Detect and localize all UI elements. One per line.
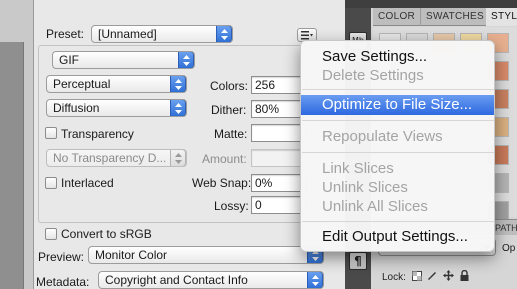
lossy-label: Lossy:: [214, 199, 249, 213]
lock-row: Lock:: [382, 269, 469, 283]
panel-top-bar: [345, 0, 517, 8]
reduction-stepper-icon: [170, 76, 186, 92]
file-format-select[interactable]: GIF: [52, 51, 195, 69]
file-format-value: GIF: [59, 53, 79, 67]
preset-stepper-icon: [216, 26, 232, 42]
document-edge: [0, 0, 34, 289]
menu-separator: [302, 89, 494, 90]
format-stepper-icon: [178, 52, 194, 68]
optimize-dropdown-menu: Save Settings... Delete Settings Optimiz…: [300, 40, 495, 252]
tab-styles[interactable]: STYL: [486, 8, 517, 26]
transparency-checkbox[interactable]: [45, 127, 57, 139]
matte-label: Matte:: [214, 127, 248, 141]
interlaced-label: Interlaced: [61, 176, 114, 190]
preview-select[interactable]: Monitor Color: [88, 246, 324, 264]
lossy-field[interactable]: 0: [251, 196, 307, 214]
color-panel-tabs: COLOR SWATCHES STYL: [373, 8, 517, 26]
menu-item-optimize-to-file-size[interactable]: Optimize to File Size...: [301, 95, 494, 115]
opacity-label: Op: [502, 243, 516, 254]
transparency-label: Transparency: [61, 127, 134, 141]
convert-srgb-label: Convert to sRGB: [61, 227, 152, 241]
lock-icon[interactable]: [460, 269, 469, 281]
color-reduction-value: Perceptual: [53, 77, 111, 91]
color-reduction-select[interactable]: Perceptual: [46, 75, 187, 93]
dither-algorithm-select[interactable]: Diffusion: [46, 99, 187, 117]
amount-field[interactable]: [251, 149, 307, 167]
colors-field[interactable]: 256: [251, 76, 307, 94]
dither-stepper-icon: [170, 100, 186, 116]
menu-item-save-settings[interactable]: Save Settings...: [301, 47, 494, 67]
preset-label: Preset:: [46, 27, 85, 41]
tab-color[interactable]: COLOR: [373, 8, 422, 26]
menu-item-delete-settings[interactable]: Delete Settings: [301, 66, 494, 86]
menu-item-unlink-slices[interactable]: Unlink Slices: [301, 178, 494, 198]
transparency-dither-stepper-icon: [170, 150, 186, 166]
amount-label: Amount:: [202, 152, 247, 166]
dither-label: Dither:: [211, 103, 247, 117]
tab-swatches[interactable]: SWATCHES: [421, 8, 490, 26]
lock-transparent-icon[interactable]: [411, 271, 422, 281]
brush-icon[interactable]: [427, 271, 437, 281]
move-icon[interactable]: [443, 270, 455, 281]
dither-algorithm-value: Diffusion: [53, 101, 100, 115]
colors-label: Colors:: [210, 79, 249, 93]
matte-field[interactable]: [251, 124, 307, 142]
menu-separator: [302, 152, 494, 153]
lock-label: Lock:: [382, 272, 406, 283]
preset-select[interactable]: [Unnamed]: [91, 25, 233, 43]
web-snap-label: Web Snap:: [192, 176, 252, 190]
menu-item-edit-output-settings[interactable]: Edit Output Settings...: [301, 227, 494, 247]
menu-lines-icon: [301, 30, 313, 39]
preset-value: [Unnamed]: [98, 27, 157, 41]
convert-srgb-checkbox[interactable]: [45, 228, 57, 240]
document-image-edge: [0, 42, 24, 289]
dither-field[interactable]: 80%: [251, 100, 307, 118]
interlaced-checkbox[interactable]: [45, 177, 57, 189]
menu-item-repopulate-views[interactable]: Repopulate Views: [301, 127, 494, 147]
metadata-label: Metadata:: [36, 275, 90, 289]
menu-item-unlink-all-slices[interactable]: Unlink All Slices: [301, 197, 494, 217]
menu-separator: [302, 120, 494, 121]
transparency-dither-value: No Transparency D...: [53, 151, 167, 165]
transparency-dither-select[interactable]: No Transparency D...: [46, 149, 187, 167]
web-snap-field[interactable]: 0%: [251, 174, 307, 192]
menu-item-link-slices[interactable]: Link Slices: [301, 159, 494, 179]
metadata-select[interactable]: Copyright and Contact Info: [98, 271, 324, 289]
paragraph-icon[interactable]: ¶: [349, 252, 367, 270]
metadata-value: Copyright and Contact Info: [105, 273, 248, 287]
metadata-stepper-icon: [307, 272, 323, 288]
preview-label: Preview:: [38, 250, 85, 264]
preview-value: Monitor Color: [95, 248, 168, 262]
menu-separator: [302, 221, 494, 222]
